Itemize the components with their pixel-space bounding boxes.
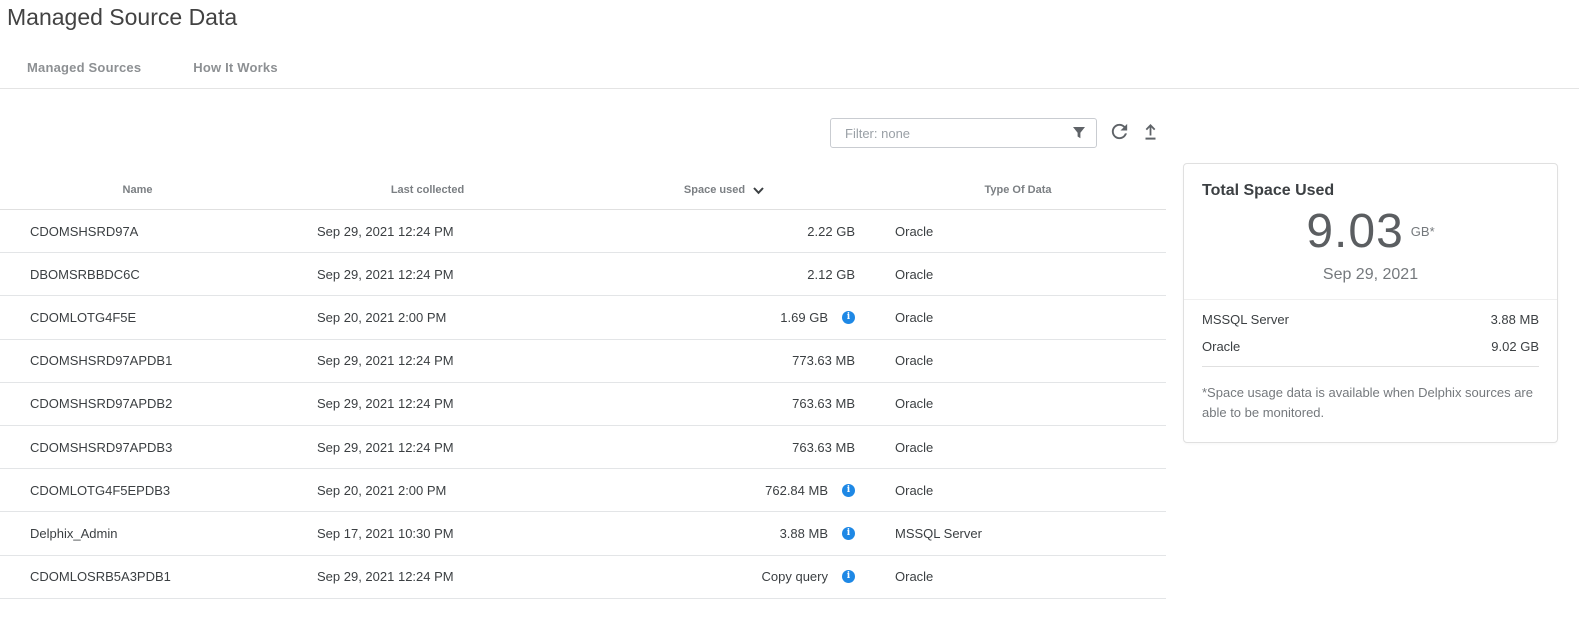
tab-managed-sources[interactable]: Managed Sources xyxy=(27,60,141,75)
last-collected-value: Sep 29, 2021 12:24 PM xyxy=(275,353,580,368)
sort-desc-icon[interactable] xyxy=(751,183,766,198)
space-used-value: 3.88 MB xyxy=(780,526,828,541)
info-icon[interactable] xyxy=(842,311,855,324)
last-collected-value: Sep 29, 2021 12:24 PM xyxy=(275,224,580,239)
panel-divider xyxy=(1202,366,1539,367)
managed-source-data-page: Managed Source Data Managed Sources How … xyxy=(0,0,1579,617)
data-type-value: Oracle xyxy=(870,569,1166,584)
tab-how-it-works[interactable]: How It Works xyxy=(193,60,278,75)
tabbar-divider xyxy=(0,88,1579,89)
table-row[interactable]: CDOMLOSRB5A3PDB1 Sep 29, 2021 12:24 PM C… xyxy=(0,556,1166,599)
breakdown-value: 3.88 MB xyxy=(1491,312,1539,327)
table-row[interactable]: CDOMSHSRD97A Sep 29, 2021 12:24 PM 2.22 … xyxy=(0,210,1166,253)
space-used-value: 762.84 MB xyxy=(765,483,828,498)
breakdown-label: MSSQL Server xyxy=(1202,312,1289,327)
data-type-value: Oracle xyxy=(870,353,1166,368)
space-used-value: 773.63 MB xyxy=(792,353,855,368)
source-name: CDOMSHSRD97APDB2 xyxy=(0,396,275,411)
info-icon[interactable] xyxy=(842,484,855,497)
column-header-name[interactable]: Name xyxy=(0,184,275,196)
total-space-value: 9.03 xyxy=(1306,205,1403,258)
last-collected-value: Sep 29, 2021 12:24 PM xyxy=(275,569,580,584)
upload-icon xyxy=(1140,121,1161,142)
space-used-cell: 773.63 MB xyxy=(580,353,870,368)
managed-sources-table: Name Last collected Space used Type Of D… xyxy=(0,171,1166,599)
source-name: DBOMSRBBDC6C xyxy=(0,267,275,282)
total-space-used-panel: Total Space Used 9.03 GB* Sep 29, 2021 MS… xyxy=(1183,163,1558,443)
space-used-value: 1.69 GB xyxy=(780,310,828,325)
breakdown-value: 9.02 GB xyxy=(1491,339,1539,354)
space-used-value: 763.63 MB xyxy=(792,440,855,455)
table-row[interactable]: CDOMSHSRD97APDB1 Sep 29, 2021 12:24 PM 7… xyxy=(0,340,1166,383)
space-used-cell: 2.12 GB xyxy=(580,267,870,282)
total-space-unit: GB* xyxy=(1411,224,1435,239)
as-of-date: Sep 29, 2021 xyxy=(1184,266,1557,284)
source-name: CDOMLOTG4F5E xyxy=(0,310,275,325)
panel-title: Total Space Used xyxy=(1202,182,1539,200)
source-name: CDOMSHSRD97APDB1 xyxy=(0,353,275,368)
space-used-cell: 762.84 MB xyxy=(580,483,870,498)
column-header-last-collected[interactable]: Last collected xyxy=(275,184,580,196)
data-type-value: Oracle xyxy=(870,224,1166,239)
space-used-value: 2.12 GB xyxy=(807,267,855,282)
column-header-space-used[interactable]: Space used xyxy=(580,183,870,198)
breakdown-row: Oracle 9.02 GB xyxy=(1202,339,1539,354)
source-name: CDOMLOTG4F5EPDB3 xyxy=(0,483,275,498)
refresh-button[interactable] xyxy=(1108,120,1131,143)
table-row[interactable]: CDOMSHSRD97APDB3 Sep 29, 2021 12:24 PM 7… xyxy=(0,426,1166,469)
source-name: CDOMSHSRD97APDB3 xyxy=(0,440,275,455)
data-type-value: Oracle xyxy=(870,483,1166,498)
breakdown-row: MSSQL Server 3.88 MB xyxy=(1202,312,1539,327)
source-name: CDOMSHSRD97A xyxy=(0,224,275,239)
source-name: CDOMLOSRB5A3PDB1 xyxy=(0,569,275,584)
space-used-cell: 3.88 MB xyxy=(580,526,870,541)
last-collected-value: Sep 29, 2021 12:24 PM xyxy=(275,396,580,411)
info-icon[interactable] xyxy=(842,570,855,583)
table-header-row: Name Last collected Space used Type Of D… xyxy=(0,171,1166,210)
column-header-type-of-data[interactable]: Type Of Data xyxy=(870,184,1166,196)
space-used-cell: 1.69 GB xyxy=(580,310,870,325)
space-used-value: Copy query xyxy=(762,569,828,584)
space-used-cell: 763.63 MB xyxy=(580,440,870,455)
table-row[interactable]: CDOMLOTG4F5E Sep 20, 2021 2:00 PM 1.69 G… xyxy=(0,296,1166,339)
table-row[interactable]: DBOMSRBBDC6C Sep 29, 2021 12:24 PM 2.12 … xyxy=(0,253,1166,296)
table-row[interactable]: CDOMSHSRD97APDB2 Sep 29, 2021 12:24 PM 7… xyxy=(0,383,1166,426)
space-used-cell: 2.22 GB xyxy=(580,224,870,239)
space-used-value: 763.63 MB xyxy=(792,396,855,411)
data-type-value: Oracle xyxy=(870,440,1166,455)
space-breakdown-list: MSSQL Server 3.88 MB Oracle 9.02 GB xyxy=(1184,299,1557,354)
space-used-cell: 763.63 MB xyxy=(580,396,870,411)
last-collected-value: Sep 20, 2021 2:00 PM xyxy=(275,483,580,498)
last-collected-value: Sep 17, 2021 10:30 PM xyxy=(275,526,580,541)
last-collected-value: Sep 29, 2021 12:24 PM xyxy=(275,440,580,455)
last-collected-value: Sep 20, 2021 2:00 PM xyxy=(275,310,580,325)
source-name: Delphix_Admin xyxy=(0,526,275,541)
space-used-value: 2.22 GB xyxy=(807,224,855,239)
panel-footnote: *Space usage data is available when Delp… xyxy=(1202,383,1539,423)
breakdown-label: Oracle xyxy=(1202,339,1240,354)
data-type-value: Oracle xyxy=(870,310,1166,325)
funnel-icon[interactable] xyxy=(1072,126,1086,140)
table-body: CDOMSHSRD97A Sep 29, 2021 12:24 PM 2.22 … xyxy=(0,210,1166,599)
refresh-icon xyxy=(1108,120,1131,143)
table-row[interactable]: Delphix_Admin Sep 17, 2021 10:30 PM 3.88… xyxy=(0,512,1166,555)
data-type-value: Oracle xyxy=(870,267,1166,282)
total-space-value-group: 9.03 GB* xyxy=(1184,204,1557,259)
space-used-cell: Copy query xyxy=(580,569,870,584)
last-collected-value: Sep 29, 2021 12:24 PM xyxy=(275,267,580,282)
tab-bar: Managed Sources How It Works xyxy=(27,60,278,75)
filter-box xyxy=(830,118,1097,148)
column-header-space-used-label: Space used xyxy=(684,184,745,196)
page-title: Managed Source Data xyxy=(7,4,237,31)
info-icon[interactable] xyxy=(842,527,855,540)
data-type-value: MSSQL Server xyxy=(870,526,1166,541)
upload-button[interactable] xyxy=(1140,121,1161,142)
filter-input[interactable] xyxy=(830,118,1097,148)
table-row[interactable]: CDOMLOTG4F5EPDB3 Sep 20, 2021 2:00 PM 76… xyxy=(0,469,1166,512)
data-type-value: Oracle xyxy=(870,396,1166,411)
